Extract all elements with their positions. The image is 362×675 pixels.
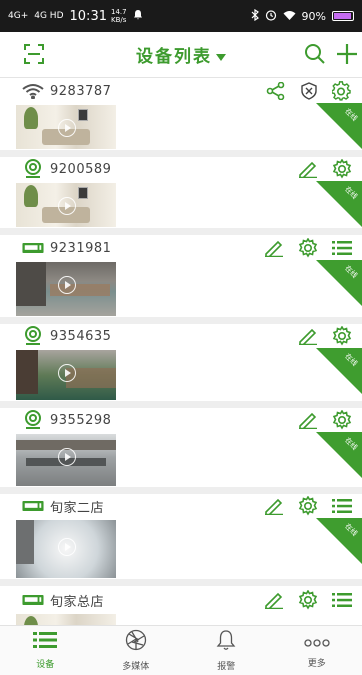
video-thumbnail[interactable]: [16, 350, 116, 400]
nvr-icon: [22, 238, 44, 258]
play-icon[interactable]: [58, 276, 76, 294]
online-badge: [316, 432, 362, 478]
shield-icon[interactable]: [300, 82, 318, 104]
online-badge: [316, 348, 362, 394]
video-thumbnail[interactable]: [16, 614, 116, 625]
device-card[interactable]: 9355298 在线: [0, 408, 362, 494]
video-thumbnail[interactable]: [16, 262, 116, 316]
settings-gear-icon[interactable]: [332, 325, 352, 350]
channel-menu-icon[interactable]: [332, 498, 352, 518]
search-icon[interactable]: [304, 43, 326, 69]
tab-more[interactable]: 更多: [272, 626, 362, 675]
device-card[interactable]: 旬家二店 在线: [0, 494, 362, 586]
list-icon: [33, 631, 58, 653]
play-icon[interactable]: [58, 119, 76, 137]
tab-label: 报警: [217, 662, 236, 672]
edit-pencil-icon[interactable]: [298, 160, 318, 182]
tab-label: 设备: [36, 660, 55, 670]
status-bar: 4G+ 4G HD 10:31 14.7 KB/s 90%: [0, 0, 362, 32]
app-header: 设备列表: [0, 32, 362, 78]
add-device-icon[interactable]: [336, 43, 358, 69]
camera-icon: [22, 326, 44, 346]
play-icon[interactable]: [58, 364, 76, 382]
play-icon[interactable]: [58, 538, 76, 556]
notification-icon: [133, 9, 143, 23]
chevron-down-icon: [216, 54, 226, 61]
tab-alarm[interactable]: 报警: [181, 626, 272, 675]
channel-menu-icon[interactable]: [332, 592, 352, 612]
wifi-icon: [22, 81, 44, 101]
online-badge: [316, 181, 362, 227]
play-icon[interactable]: [58, 448, 76, 466]
video-thumbnail[interactable]: [16, 183, 116, 227]
device-card[interactable]: 旬家总店: [0, 586, 362, 625]
tab-label: 更多: [307, 658, 326, 669]
device-id: 旬家二店: [50, 500, 105, 516]
play-icon[interactable]: [58, 197, 76, 215]
video-thumbnail[interactable]: [16, 520, 116, 578]
signal-indicator: 4G+: [8, 11, 29, 21]
bell-icon: [216, 629, 236, 655]
aperture-icon: [125, 629, 147, 655]
page-title: 设备列表: [136, 47, 212, 67]
settings-gear-icon[interactable]: [332, 158, 352, 183]
channel-menu-icon[interactable]: [332, 240, 352, 260]
edit-pencil-icon[interactable]: [264, 591, 284, 613]
share-icon[interactable]: [266, 81, 286, 104]
device-id: 9355298: [50, 412, 112, 428]
more-icon: [304, 633, 330, 652]
device-id: 9283787: [50, 83, 112, 99]
device-list[interactable]: 9283787 在线 9200589 在线 9231981 在线 9354635…: [0, 79, 362, 625]
device-id: 旬家总店: [50, 594, 105, 610]
tab-multimedia[interactable]: 多媒体: [91, 626, 182, 675]
camera-icon: [22, 159, 44, 179]
online-badge: [316, 103, 362, 149]
device-card[interactable]: 9200589 在线: [0, 157, 362, 235]
wifi-status-icon: [283, 10, 296, 23]
edit-pencil-icon[interactable]: [264, 239, 284, 261]
signal-indicator-2: 4G HD: [34, 11, 64, 21]
device-id: 9200589: [50, 161, 112, 177]
settings-gear-icon[interactable]: [298, 237, 318, 262]
bottom-tab-bar: 设备 多媒体 报警 更多: [0, 625, 362, 675]
bluetooth-icon: [251, 8, 259, 24]
device-card[interactable]: 9354635 在线: [0, 324, 362, 408]
nvr-icon: [22, 496, 44, 516]
battery-icon: [332, 11, 354, 21]
network-speed: 14.7 KB/s: [110, 8, 127, 24]
clock: 10:31: [69, 8, 107, 24]
tab-devices[interactable]: 设备: [0, 626, 91, 675]
device-card[interactable]: 9231981 在线: [0, 236, 362, 324]
device-card[interactable]: 9283787 在线: [0, 79, 362, 157]
video-thumbnail[interactable]: [16, 105, 116, 149]
device-id: 9354635: [50, 328, 112, 344]
online-badge: [316, 518, 362, 564]
settings-gear-icon[interactable]: [331, 81, 352, 105]
device-id: 9231981: [50, 240, 112, 256]
alarm-icon: [265, 9, 277, 24]
tab-label: 多媒体: [122, 662, 150, 672]
settings-gear-icon[interactable]: [298, 589, 318, 614]
video-thumbnail[interactable]: [16, 434, 116, 486]
battery-percent: 90%: [301, 9, 326, 23]
edit-pencil-icon[interactable]: [298, 327, 318, 349]
edit-pencil-icon[interactable]: [264, 497, 284, 519]
settings-gear-icon[interactable]: [332, 409, 352, 434]
edit-pencil-icon[interactable]: [298, 411, 318, 433]
settings-gear-icon[interactable]: [298, 495, 318, 520]
camera-icon: [22, 410, 44, 430]
nvr-icon: [22, 590, 44, 610]
online-badge: [316, 260, 362, 306]
